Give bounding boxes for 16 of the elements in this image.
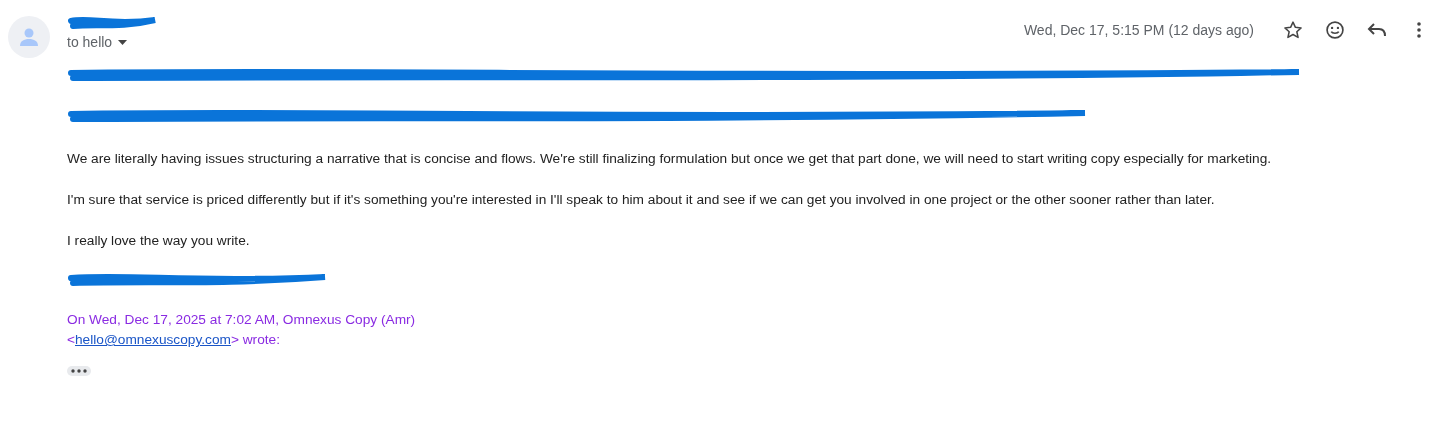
email-link[interactable]: hello@omnexuscopy.com	[75, 332, 231, 347]
paragraph: I'm sure that service is priced differently but if it's something you're interested in I'll speak to him about it and see if we can get you involved in one project or the other sooner rather than later.	[67, 191, 1216, 208]
paragraph: I really love the way you write.	[67, 232, 251, 249]
recipient-label: to hello	[67, 34, 113, 50]
ellipsis-icon	[71, 369, 87, 373]
paragraph: We are literally having issues structuring a narrative that is concise and flows. We're still finalizing formulation but once we get that part done, we will need to start writing copy especially for marketing.	[67, 150, 1273, 167]
reply-icon[interactable]	[1367, 22, 1387, 38]
more-icon[interactable]	[1417, 22, 1421, 38]
quote-sender: <hello@omnexuscopy.com> wrote:	[67, 331, 281, 349]
star-icon[interactable]	[1283, 20, 1303, 40]
date-label: Wed, Dec 17, 5:15 PM (12 days ago)	[1023, 22, 1254, 38]
show-trimmed-button[interactable]	[67, 366, 91, 376]
avatar-icon	[8, 16, 50, 58]
quote-attribution: On Wed, Dec 17, 2025 at 7:02 AM, Omnexus Copy (Amr)	[67, 311, 417, 329]
emoji-icon[interactable]	[1325, 20, 1345, 40]
caret-icon[interactable]	[118, 39, 128, 45]
